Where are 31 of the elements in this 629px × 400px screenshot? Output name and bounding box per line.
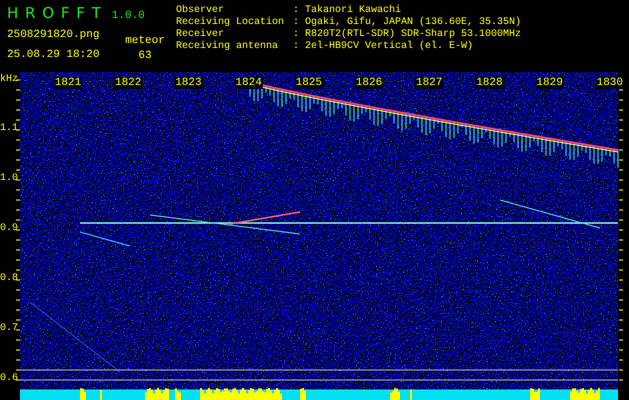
time-label: 1827 [414, 77, 444, 89]
meteor-label: meteor [125, 34, 165, 46]
frequency-label: 0.8 [0, 273, 18, 285]
time-label: 1825 [294, 77, 323, 89]
field-value: : R820T2(RTL-SDR) SDR-Sharp 53.1000MHz [293, 29, 522, 40]
frequency-label: 0.9 [0, 223, 18, 235]
unit-label: kHz [0, 74, 18, 86]
field-value: : Ogaki, Gifu, JAPAN (136.60E, 35.35N) [293, 17, 522, 28]
field-label: Receiving Location [176, 17, 286, 28]
time-label: 1823 [174, 77, 203, 89]
date-time: 25.08.29 18:20 [7, 48, 100, 60]
field-label: Receiving antenna [176, 41, 280, 53]
frequency-label: 1.1 [0, 123, 18, 135]
time-label: 1821 [54, 77, 82, 89]
time-label: 1829 [535, 77, 564, 89]
frequency-label: 0.7 [0, 323, 18, 335]
meteor-count: 63 [138, 50, 152, 62]
time-label: 1824 [234, 77, 263, 89]
field-label: Receiver [176, 29, 226, 40]
file-name: 2508291820.png [7, 28, 100, 40]
field-value: : Takanori Kawachi [293, 5, 402, 16]
field-label: Observer [176, 5, 226, 16]
frequency-label: 0.6 [0, 373, 18, 385]
time-label: 1828 [475, 77, 504, 89]
version-label: 1.0.0 [112, 9, 145, 24]
field-value: : 2el-HB9CV Vertical (el. E-W) [293, 41, 474, 52]
frequency-label: 1.0 [0, 173, 18, 185]
time-label: 1822 [114, 77, 142, 89]
time-label: 1826 [354, 77, 384, 89]
time-label: 1830 [596, 77, 624, 89]
app-title: H R O F F T [7, 3, 102, 23]
